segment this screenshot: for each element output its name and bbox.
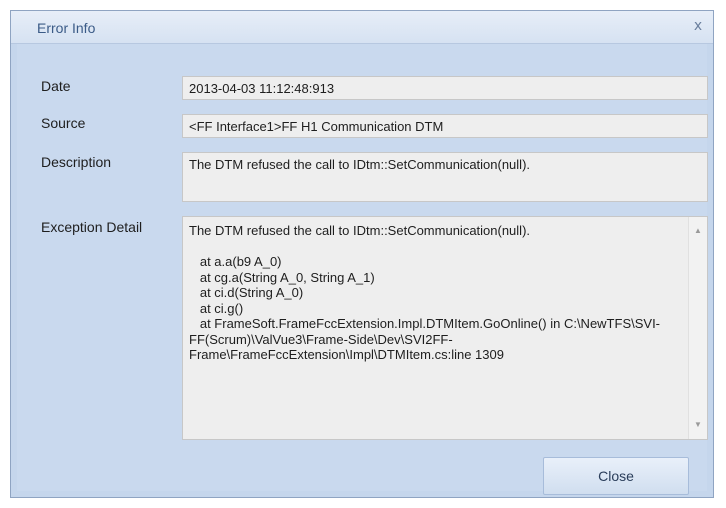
vertical-scrollbar[interactable]: ▲ ▼	[688, 217, 707, 439]
date-label: Date	[41, 78, 71, 94]
scroll-down-icon[interactable]: ▼	[689, 417, 707, 433]
exception-detail-field[interactable]: The DTM refused the call to IDtm::SetCom…	[182, 216, 708, 440]
dialog-body: Date 2013-04-03 11:12:48:913 Source <FF …	[17, 44, 708, 495]
dialog-title: Error Info	[37, 20, 96, 36]
description-label: Description	[41, 154, 112, 170]
close-button[interactable]: Close	[543, 457, 689, 495]
exception-detail-label: Exception Detail	[41, 219, 143, 235]
source-field[interactable]: <FF Interface1>FF H1 Communication DTM	[182, 114, 708, 138]
title-bar: Error Info x	[11, 11, 713, 44]
date-field[interactable]: 2013-04-03 11:12:48:913	[182, 76, 708, 100]
exception-detail-text: The DTM refused the call to IDtm::SetCom…	[189, 223, 661, 362]
error-info-dialog: Error Info x Date 2013-04-03 11:12:48:91…	[10, 10, 714, 498]
source-label: Source	[41, 115, 86, 131]
description-field[interactable]: The DTM refused the call to IDtm::SetCom…	[182, 152, 708, 202]
close-icon[interactable]: x	[687, 16, 709, 36]
scroll-up-icon[interactable]: ▲	[689, 223, 707, 239]
